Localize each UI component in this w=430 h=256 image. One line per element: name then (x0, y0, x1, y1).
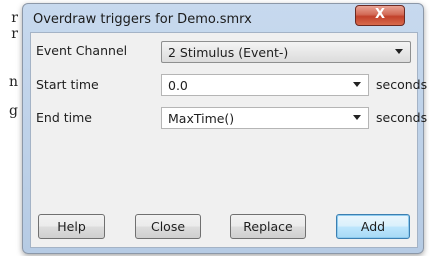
close-button[interactable]: Close (135, 214, 201, 239)
overdraw-triggers-dialog: Overdraw triggers for Demo.smrx X Event … (22, 3, 427, 254)
end-time-label: End time (36, 110, 92, 125)
background-text-fragment: g (9, 103, 18, 119)
end-time-combo[interactable]: MaxTime() (161, 107, 369, 129)
dialog-title: Overdraw triggers for Demo.smrx (33, 12, 252, 27)
end-time-unit: seconds (376, 110, 428, 125)
background-text-fragment: r (11, 26, 18, 42)
close-icon: X (374, 7, 386, 22)
chevron-down-icon (395, 49, 403, 54)
chevron-down-icon[interactable] (353, 82, 361, 87)
start-time-label: Start time (36, 77, 99, 92)
chevron-down-icon[interactable] (353, 115, 361, 120)
start-time-value: 0.0 (168, 78, 188, 93)
add-button[interactable]: Add (336, 214, 410, 239)
event-channel-select[interactable]: 2 Stimulus (Event-) (161, 41, 411, 63)
help-button[interactable]: Help (38, 214, 105, 239)
dialog-client-area: Event Channel 2 Stimulus (Event-) Start … (30, 32, 427, 248)
event-channel-value: 2 Stimulus (Event-) (168, 45, 289, 60)
background-text-fragment: n (8, 74, 18, 90)
event-channel-label: Event Channel (36, 43, 128, 58)
start-time-combo[interactable]: 0.0 (161, 74, 369, 96)
background-text-fragment: r (11, 10, 18, 26)
close-window-button[interactable]: X (355, 5, 405, 26)
end-time-value: MaxTime() (168, 111, 235, 126)
start-time-unit: seconds (376, 77, 428, 92)
title-bar[interactable]: Overdraw triggers for Demo.smrx X (23, 4, 423, 32)
replace-button[interactable]: Replace (230, 214, 306, 239)
